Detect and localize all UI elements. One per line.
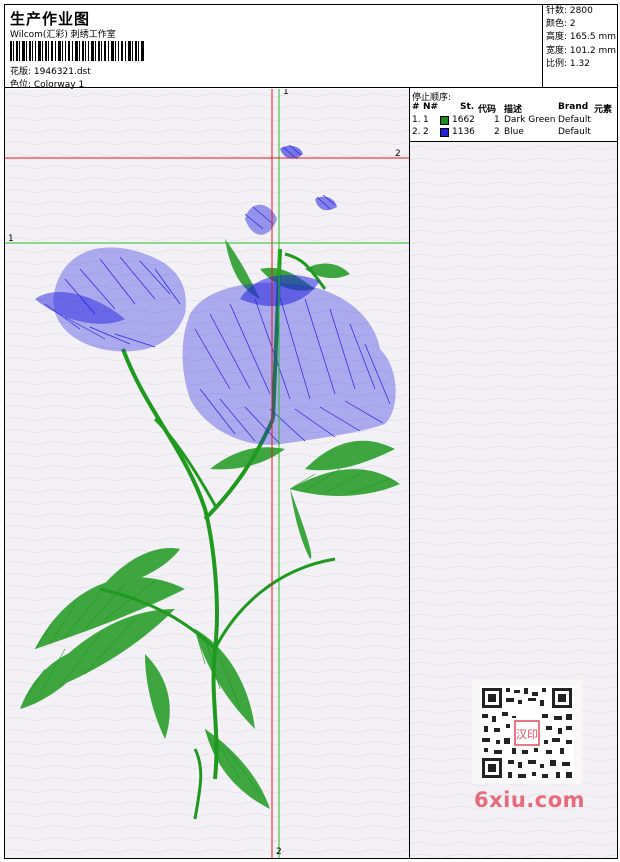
embroidery-preview <box>5 89 409 858</box>
design-width: 宽度: 101.2 mm <box>546 45 617 56</box>
design-height: 高度: 165.5 mm <box>546 32 617 43</box>
guide-label-bottom: 2 <box>276 847 282 857</box>
table-row[interactable]: 2. 2 1136 2 Blue Default <box>410 127 617 139</box>
row-description: Blue <box>504 127 524 137</box>
col-element: 元素 <box>594 105 613 115</box>
table-row[interactable]: 1. 1 1662 1 Dark Green Default <box>410 115 617 127</box>
seal-text: 汉印 <box>516 728 538 741</box>
row-code: 2 <box>494 127 500 137</box>
col-needle: N# <box>423 102 439 112</box>
row-brand: Default <box>558 115 591 125</box>
design-file-name: 花版: 1946321.dst <box>10 67 91 77</box>
design-scale: 比例: 1.32 <box>546 58 590 69</box>
col-brand: Brand <box>558 102 589 112</box>
row-number: 1. <box>412 115 421 125</box>
row-description: Dark Green <box>504 115 556 125</box>
guide-label-left: 1 <box>8 234 14 244</box>
row-code: 1 <box>494 115 500 125</box>
row-stitches: 1662 <box>452 115 475 125</box>
stitch-count: 针数: 2800 <box>546 6 593 16</box>
row-number: 2. <box>412 127 421 137</box>
page-title: 生产作业图 <box>10 10 91 28</box>
col-code: 代码 <box>478 105 497 115</box>
row-needle: 2 <box>423 127 429 137</box>
stop-sequence-panel: 停止顺序: # N# St. 代码 描述 Brand 元素 1. 1 1662 … <box>410 89 617 142</box>
studio-name: Wilcom(汇彩) 刺绣工作室 <box>10 30 116 40</box>
row-brand: Default <box>558 127 591 137</box>
design-stats: 针数: 2800 颜色: 2 高度: 165.5 mm 宽度: 101.2 mm… <box>542 4 618 88</box>
design-canvas[interactable]: 1 2 1 2 <box>5 89 409 858</box>
stop-sequence-header: # N# St. 代码 描述 Brand 元素 <box>410 102 617 115</box>
qr-code: 汉印 <box>472 680 582 784</box>
guide-label-right: 2 <box>395 149 401 159</box>
guide-label-top: 1 <box>283 89 289 97</box>
qr-code-graphic: 汉印 <box>480 686 574 780</box>
barcode <box>10 41 144 61</box>
col-number: # <box>412 102 420 112</box>
col-stitches: St. <box>460 102 475 112</box>
row-needle: 1 <box>423 115 429 125</box>
header: 生产作业图 Wilcom(汇彩) 刺绣工作室 花版: 1946321.dst 色… <box>4 4 618 90</box>
color-count: 颜色: 2 <box>546 19 576 30</box>
watermark-site: 6xiu.com <box>474 788 586 812</box>
row-stitches: 1136 <box>452 127 475 137</box>
col-description: 描述 <box>504 105 523 115</box>
